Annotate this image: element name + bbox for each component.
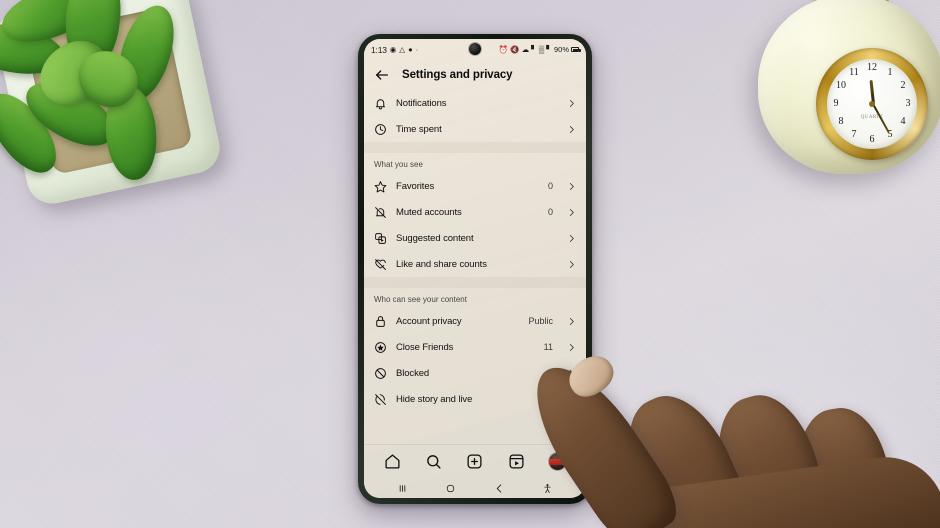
app-bar: Settings and privacy	[364, 60, 586, 90]
list-item-label: Muted accounts	[396, 206, 462, 218]
list-item-value: 11	[543, 342, 553, 352]
section-divider	[364, 142, 586, 153]
clock-numeral: 5	[887, 129, 893, 140]
list-item-label: Account privacy	[396, 315, 462, 327]
section-divider	[364, 277, 586, 288]
wifi-icon: ☁	[521, 44, 530, 54]
pointing-hand	[513, 348, 940, 528]
clock-center-cap	[869, 101, 875, 107]
accessibility-icon[interactable]	[542, 483, 553, 494]
list-item-label: Favorites	[396, 180, 435, 192]
battery-text: 90%	[553, 44, 569, 54]
alarm-icon: ⏰	[498, 44, 509, 54]
list-item-close-friends[interactable]: Close Friends 11	[364, 334, 586, 360]
clock-numeral: 10	[836, 80, 846, 91]
home-icon[interactable]	[384, 453, 401, 470]
list-item-label: Time spent	[396, 123, 442, 135]
list-item-favorites[interactable]: Favorites 0	[364, 173, 586, 199]
list-item-value: 0	[547, 207, 553, 217]
clock-dial: 12 1 2 3 4 5 6 7 8 9 10 11 QUARTZ	[827, 59, 917, 149]
list-item-label: Blocked	[396, 367, 430, 379]
clock-numeral: 7	[851, 129, 857, 140]
status-bar-left: 1:13 ◉ △ ● ·	[371, 45, 418, 55]
chevron-right-icon	[567, 182, 576, 191]
list-item-label: Notifications	[396, 97, 447, 109]
onyx-apple-table-clock: 12 1 2 3 4 5 6 7 8 9 10 11 QUARTZ	[750, 0, 940, 179]
clock-numeral: 2	[900, 80, 906, 91]
section-header-what-you-see: What you see	[374, 160, 423, 169]
clock-numeral: 9	[833, 98, 839, 109]
sim-icon: ▒	[538, 44, 545, 54]
blocked-icon	[374, 367, 387, 380]
status-time: 1:13	[371, 44, 387, 55]
chevron-right-icon	[567, 317, 576, 326]
home-circle-icon[interactable]	[445, 483, 456, 494]
drive-icon: △	[399, 44, 406, 54]
list-item-muted-accounts[interactable]: Muted accounts 0	[364, 199, 586, 225]
list-item-label: Like and share counts	[396, 258, 487, 270]
battery-icon	[571, 47, 581, 52]
hide-story-icon	[374, 393, 387, 406]
clock-numeral: 1	[887, 67, 893, 78]
status-bar: 1:13 ◉ △ ● · ⏰ 🔇 ☁ ▘ ▒ ▘ 90%	[364, 39, 586, 60]
succulent-plant	[0, 0, 232, 209]
dot-icon: ·	[415, 44, 419, 54]
instagram-bottom-nav[interactable]	[364, 444, 586, 478]
list-item-like-and-share-counts[interactable]: Like and share counts	[364, 251, 586, 277]
android-system-nav[interactable]	[364, 478, 586, 498]
list-item-account-privacy[interactable]: Account privacy Public	[364, 308, 586, 334]
clock-numeral: 6	[869, 134, 875, 145]
clock-icon	[374, 123, 387, 136]
clock-numeral: 3	[905, 98, 911, 109]
lock-icon	[374, 315, 387, 328]
bell-icon	[374, 97, 387, 110]
clock-numeral: 12	[867, 62, 877, 73]
clock-gold-bezel: 12 1 2 3 4 5 6 7 8 9 10 11 QUARTZ	[816, 48, 928, 160]
muted-icon	[374, 206, 387, 219]
clock-brand-text: QUARTZ	[860, 115, 884, 120]
chevron-right-icon	[567, 99, 576, 108]
page-title: Settings and privacy	[402, 69, 513, 81]
list-item-time-spent[interactable]: Time spent	[364, 116, 586, 142]
section-header-who-can-see-your-content: Who can see your content	[374, 295, 467, 304]
back-arrow-icon[interactable]	[374, 67, 390, 83]
signal-icon: ▘	[531, 44, 537, 54]
app-icon: ●	[408, 44, 413, 54]
screen-record-icon: ◉	[389, 44, 397, 54]
list-item-value: 0	[547, 181, 553, 191]
create-icon[interactable]	[466, 453, 483, 470]
chevron-right-icon	[567, 260, 576, 269]
chevron-right-icon	[567, 208, 576, 217]
list-item-label: Suggested content	[396, 232, 474, 244]
heart-slash-icon	[374, 258, 387, 271]
signal2-icon: ▘	[546, 44, 552, 54]
chevron-right-icon	[567, 234, 576, 243]
back-chevron-icon[interactable]	[494, 483, 505, 494]
reels-icon[interactable]	[508, 453, 525, 470]
recents-icon[interactable]	[397, 483, 408, 494]
clock-numeral: 11	[849, 67, 859, 78]
list-item-suggested-content[interactable]: Suggested content	[364, 225, 586, 251]
search-icon[interactable]	[425, 453, 442, 470]
list-item-value: Public	[528, 316, 553, 326]
star-badge-icon	[374, 341, 387, 354]
mute-icon: 🔇	[510, 44, 520, 54]
list-item-label: Hide story and live	[396, 393, 473, 405]
chevron-right-icon	[567, 343, 576, 352]
star-icon	[374, 180, 387, 193]
chevron-right-icon	[567, 125, 576, 134]
front-camera-icon	[469, 43, 481, 55]
status-bar-right: ⏰ 🔇 ☁ ▘ ▒ ▘ 90%	[498, 44, 581, 54]
list-item-notifications[interactable]: Notifications	[364, 90, 586, 116]
list-item-label: Close Friends	[396, 341, 454, 353]
suggested-icon	[374, 232, 387, 245]
